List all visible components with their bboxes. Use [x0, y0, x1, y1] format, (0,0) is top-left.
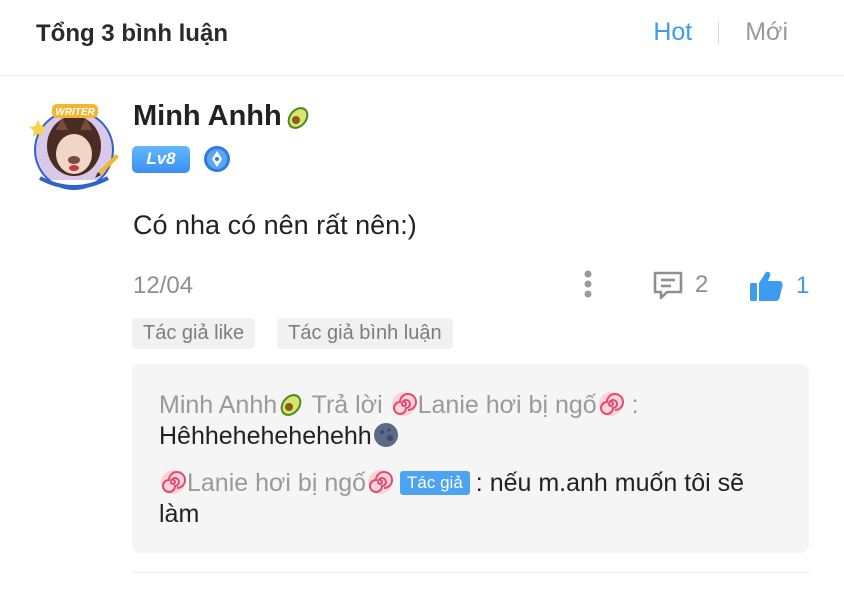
avatar[interactable]: WRITER — [28, 100, 120, 192]
comment-body: Có nha có nên rất nên:) — [133, 210, 417, 240]
comments-header: Tổng 3 bình luận Hot Mới — [0, 0, 844, 76]
colon: : — [475, 469, 490, 497]
reply-item[interactable]: Lanie hơi bị ngố Tác giả: nếu m.anh muốn … — [159, 468, 789, 530]
like-button[interactable]: 1 — [748, 268, 809, 304]
tag-author-liked: Tác giả like — [132, 318, 256, 349]
author-badge: Tác giả — [400, 471, 470, 495]
replies-box[interactable]: Minh Anhh Trả lời Lanie hơi bị ngố : Hêh… — [132, 364, 809, 553]
comments-count-title: Tổng 3 bình luận — [36, 20, 228, 47]
reply-from[interactable]: Minh Anhh — [159, 391, 277, 419]
reply-item[interactable]: Minh Anhh Trả lời Lanie hơi bị ngố : Hêh… — [159, 390, 789, 452]
more-vertical-icon[interactable] — [581, 268, 595, 302]
colon: : — [631, 391, 639, 419]
thumbs-up-icon — [750, 271, 783, 301]
comment-icon — [653, 271, 683, 300]
user-badges: Lv8 — [132, 145, 231, 173]
like-count: 1 — [796, 272, 810, 299]
swirl-emoji-icon — [159, 468, 187, 496]
divider — [132, 572, 810, 573]
reply-from[interactable]: Lanie hơi bị ngố — [187, 469, 366, 497]
reply-to[interactable]: Lanie hơi bị ngố — [418, 391, 597, 419]
moon-emoji-icon — [372, 421, 400, 449]
tag-author-commented: Tác giả bình luận — [277, 318, 453, 349]
comment-tags: Tác giả like Tác giả bình luận — [132, 318, 475, 349]
sort-tabs: Hot Mới — [653, 18, 788, 47]
avocado-emoji-icon — [277, 390, 305, 418]
reply-text: Hêhhehehehehehh — [159, 422, 372, 450]
tab-new[interactable]: Mới — [745, 18, 788, 47]
svg-text:WRITER: WRITER — [55, 107, 95, 118]
reply-button[interactable]: 2 — [651, 268, 708, 302]
username-text: Minh Anhh — [133, 100, 282, 132]
comment-date: 12/04 — [133, 272, 194, 299]
reply-count: 2 — [695, 271, 709, 298]
swirl-emoji-icon — [390, 390, 418, 418]
writer-pen-icon — [203, 145, 231, 173]
level-badge: Lv8 — [132, 145, 190, 173]
reply-action: Trả lời — [311, 391, 383, 419]
swirl-emoji-icon — [597, 390, 625, 418]
tab-hot[interactable]: Hot — [653, 18, 692, 47]
comment-username[interactable]: Minh Anhh — [133, 100, 312, 133]
avocado-emoji-icon — [284, 103, 312, 131]
tab-divider — [718, 20, 720, 45]
comment-meta: 12/04 2 1 — [133, 268, 813, 304]
swirl-emoji-icon — [366, 468, 394, 496]
